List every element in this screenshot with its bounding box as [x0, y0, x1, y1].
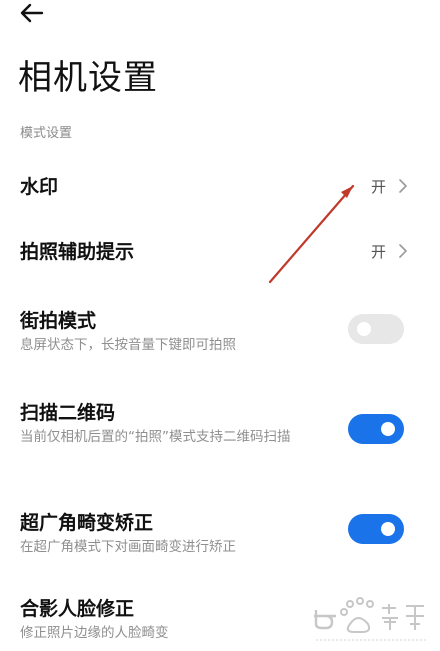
setting-title: 水印 [20, 176, 59, 198]
setting-description: 息屏状态下，长按音量下键即可拍照 [20, 337, 236, 353]
back-button[interactable] [14, 0, 50, 28]
setting-description: 当前仅相机后置的“拍照”模式支持二维码扫描 [20, 429, 291, 445]
setting-row-watermark[interactable]: 水印 开 [0, 160, 440, 214]
setting-row-ultrawide-correction[interactable]: 超广角畸变矫正 在超广角模式下对画面畸变进行矫正 [0, 498, 440, 568]
section-header-mode-settings: 模式设置 [20, 126, 73, 141]
qr-scan-toggle[interactable] [348, 414, 404, 444]
setting-title: 拍照辅助提示 [20, 241, 135, 263]
setting-title: 街拍模式 [20, 310, 97, 332]
street-mode-toggle[interactable] [348, 314, 404, 344]
setting-value: 开 [370, 178, 386, 196]
setting-title: 合影人脸修正 [20, 598, 135, 620]
ultrawide-correction-toggle[interactable] [348, 514, 404, 544]
setting-title: 超广角畸变矫正 [20, 512, 154, 534]
setting-value: 开 [370, 243, 386, 261]
setting-description: 在超广角模式下对画面畸变进行矫正 [20, 539, 236, 555]
setting-description: 修正照片边缘的人脸畸变 [20, 625, 169, 641]
setting-row-qr-scan[interactable]: 扫描二维码 当前仅相机后置的“拍照”模式支持二维码扫描 [0, 388, 440, 478]
baidu-jingyan-logo [314, 597, 426, 641]
setting-title: 扫描二维码 [20, 402, 116, 424]
toggle-knob [381, 422, 395, 436]
arrow-left-icon [20, 3, 44, 23]
top-bar [0, 0, 440, 40]
page-title: 相机设置 [18, 58, 158, 98]
chevron-right-icon [399, 179, 407, 193]
setting-row-street-mode[interactable]: 街拍模式 息屏状态下，长按音量下键即可拍照 [0, 296, 440, 366]
chevron-right-icon [399, 244, 407, 258]
setting-row-shooting-hints[interactable]: 拍照辅助提示 开 [0, 225, 440, 279]
toggle-knob [357, 322, 371, 336]
toggle-knob [381, 522, 395, 536]
